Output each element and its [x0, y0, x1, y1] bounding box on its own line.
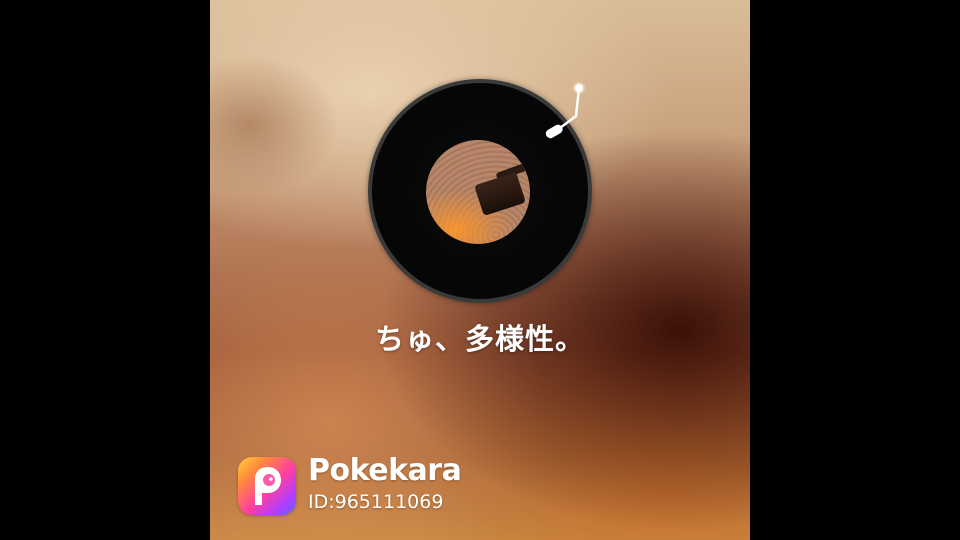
video-canvas: ちゅ、多様性。 Pokekara ID:965111069 — [210, 0, 750, 540]
user-id: ID:965111069 — [308, 491, 444, 513]
video-frame: ちゅ、多様性。 Pokekara ID:965111069 — [0, 0, 960, 540]
cover-tonearm-head — [474, 171, 526, 217]
letterbox-right — [750, 0, 960, 540]
letterbox-left — [0, 0, 210, 540]
record-cover-art — [426, 140, 530, 244]
tonearm-icon — [545, 82, 585, 139]
pokekara-app-icon — [238, 457, 296, 515]
song-title: ちゅ、多様性。 — [374, 322, 585, 356]
brand-name: Pokekara — [308, 453, 462, 488]
